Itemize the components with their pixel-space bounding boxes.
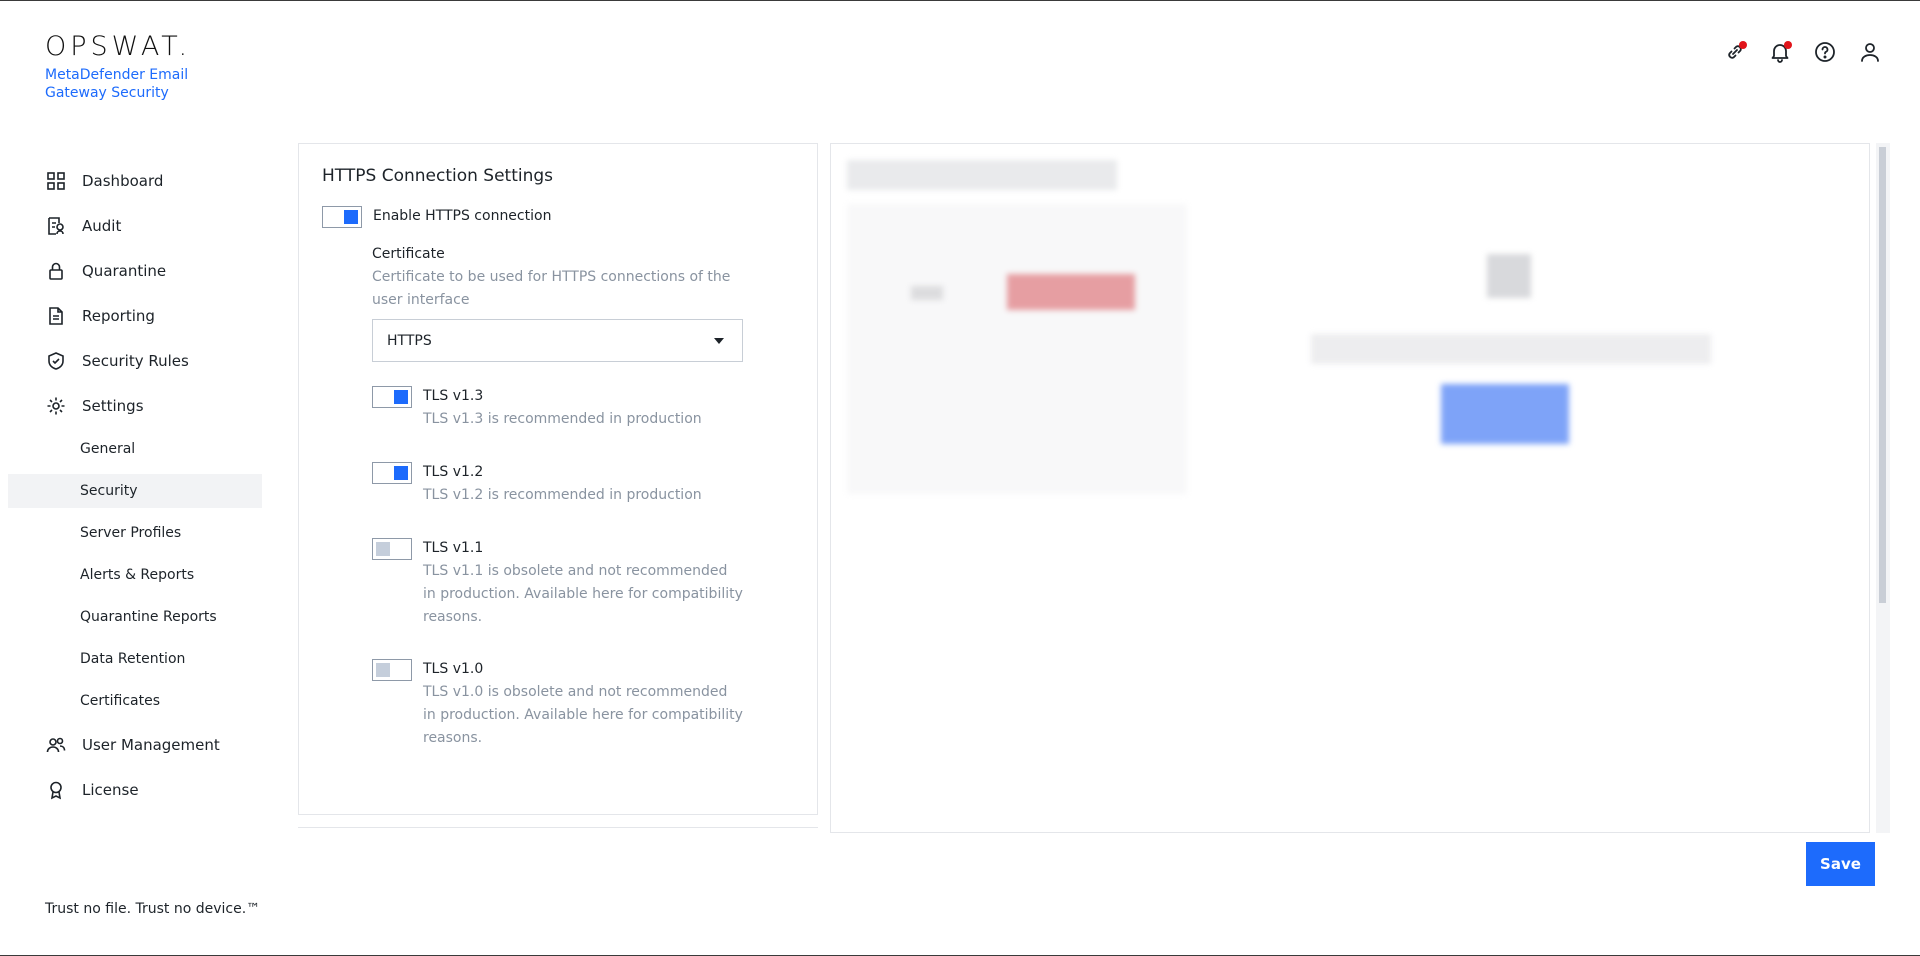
tls10-toggle[interactable] bbox=[372, 659, 412, 681]
tls10-label: TLS v1.0 bbox=[423, 661, 484, 677]
window-top-border bbox=[0, 0, 1920, 1]
sidebar-item-label: User Management bbox=[82, 735, 220, 754]
sidebar-subitem-general[interactable]: General bbox=[8, 428, 262, 470]
blurred-card-block bbox=[847, 204, 1187, 494]
preview-scrollbar[interactable] bbox=[1876, 143, 1890, 833]
tls12-label: TLS v1.2 bbox=[423, 464, 484, 480]
sidebar-item-audit[interactable]: Audit bbox=[8, 203, 262, 248]
tls11-description: TLS v1.1 is obsolete and not recommended… bbox=[423, 563, 743, 625]
header-actions bbox=[1723, 40, 1882, 64]
blurred-text-block bbox=[911, 286, 943, 300]
certificate-description: Certificate to be used for HTTPS connect… bbox=[372, 269, 731, 308]
enable-https-toggle[interactable] bbox=[322, 206, 362, 228]
brand-logo[interactable]: OPSWAT. MetaDefender Email Gateway Secur… bbox=[45, 32, 205, 102]
user-icon[interactable] bbox=[1858, 40, 1882, 64]
sidebar-item-label: Audit bbox=[82, 216, 122, 235]
blurred-red-badge bbox=[1007, 274, 1135, 310]
blurred-heading-block bbox=[847, 160, 1117, 190]
blurred-message-block bbox=[1311, 334, 1711, 364]
sidebar-subitem-data-retention[interactable]: Data Retention bbox=[8, 638, 262, 680]
sidebar-item-license[interactable]: License bbox=[8, 767, 262, 812]
toggle-knob bbox=[394, 390, 408, 404]
tls13-description: TLS v1.3 is recommended in production bbox=[423, 411, 702, 427]
sidebar-item-reporting[interactable]: Reporting bbox=[8, 293, 262, 338]
sidebar-subitem-quarantine-reports[interactable]: Quarantine Reports bbox=[8, 596, 262, 638]
document-icon bbox=[46, 306, 66, 326]
chevron-down-icon bbox=[714, 338, 724, 344]
bell-icon[interactable] bbox=[1768, 40, 1792, 64]
sidebar-item-quarantine[interactable]: Quarantine bbox=[8, 248, 262, 293]
tls11-label: TLS v1.1 bbox=[423, 540, 484, 556]
tls13-toggle[interactable] bbox=[372, 386, 412, 408]
sidebar-item-label: Quarantine bbox=[82, 261, 167, 280]
sidebar-subitem-server-profiles[interactable]: Server Profiles bbox=[8, 512, 262, 554]
product-name: MetaDefender Email Gateway Security bbox=[45, 67, 189, 101]
gear-icon bbox=[46, 396, 66, 416]
sidebar-item-label: Dashboard bbox=[82, 171, 164, 190]
shield-check-icon bbox=[46, 351, 66, 371]
section-title: HTTPS Connection Settings bbox=[322, 166, 554, 186]
tls12-toggle[interactable] bbox=[372, 462, 412, 484]
help-icon[interactable] bbox=[1813, 40, 1837, 64]
lock-icon bbox=[46, 261, 66, 281]
grid-icon bbox=[46, 171, 66, 191]
scrollbar-thumb[interactable] bbox=[1879, 147, 1886, 603]
save-button[interactable]: Save bbox=[1806, 842, 1875, 886]
toggle-knob bbox=[344, 210, 358, 224]
sidebar-subitem-security[interactable]: Security bbox=[8, 474, 262, 508]
sidebar-item-dashboard[interactable]: Dashboard bbox=[8, 158, 262, 203]
panel-divider bbox=[298, 827, 818, 828]
toggle-knob bbox=[376, 663, 390, 677]
tls11-toggle[interactable] bbox=[372, 538, 412, 560]
blurred-icon-block bbox=[1487, 254, 1531, 298]
tls13-label: TLS v1.3 bbox=[423, 388, 484, 404]
users-icon bbox=[46, 735, 66, 755]
tagline: Trust no file. Trust no device.™ bbox=[45, 901, 261, 917]
sidebar-item-label: Reporting bbox=[82, 306, 155, 325]
https-settings-panel: HTTPS Connection Settings Enable HTTPS c… bbox=[298, 143, 818, 815]
link-notification-dot bbox=[1739, 41, 1747, 49]
sidebar-nav: Dashboard Audit Quarantine Reporting Sec… bbox=[8, 158, 262, 812]
sidebar-item-label: Security Rules bbox=[82, 351, 189, 370]
toggle-knob bbox=[376, 542, 390, 556]
audit-icon bbox=[46, 216, 66, 236]
sidebar-subitem-alerts-reports[interactable]: Alerts & Reports bbox=[8, 554, 262, 596]
certificate-selected-value: HTTPS bbox=[387, 332, 432, 349]
blurred-button-block bbox=[1441, 384, 1569, 444]
logo-wordmark: OPSWAT. bbox=[45, 31, 192, 62]
sidebar-item-user-management[interactable]: User Management bbox=[8, 722, 262, 767]
sidebar-subitem-certificates[interactable]: Certificates bbox=[8, 680, 262, 722]
award-icon bbox=[46, 780, 66, 800]
certificate-label: Certificate bbox=[372, 246, 445, 262]
tls10-description: TLS v1.0 is obsolete and not recommended… bbox=[423, 684, 743, 746]
tls12-description: TLS v1.2 is recommended in production bbox=[423, 487, 702, 503]
blurred-preview-panel bbox=[830, 143, 1870, 833]
bell-notification-dot bbox=[1784, 41, 1792, 49]
toggle-knob bbox=[394, 466, 408, 480]
certificate-select[interactable]: HTTPS bbox=[372, 319, 743, 362]
sidebar-item-settings[interactable]: Settings bbox=[8, 383, 262, 428]
sidebar-item-label: Settings bbox=[82, 396, 144, 415]
enable-https-label: Enable HTTPS connection bbox=[373, 208, 552, 224]
link-icon[interactable] bbox=[1723, 40, 1747, 64]
sidebar-item-security-rules[interactable]: Security Rules bbox=[8, 338, 262, 383]
sidebar-item-label: License bbox=[82, 780, 139, 799]
